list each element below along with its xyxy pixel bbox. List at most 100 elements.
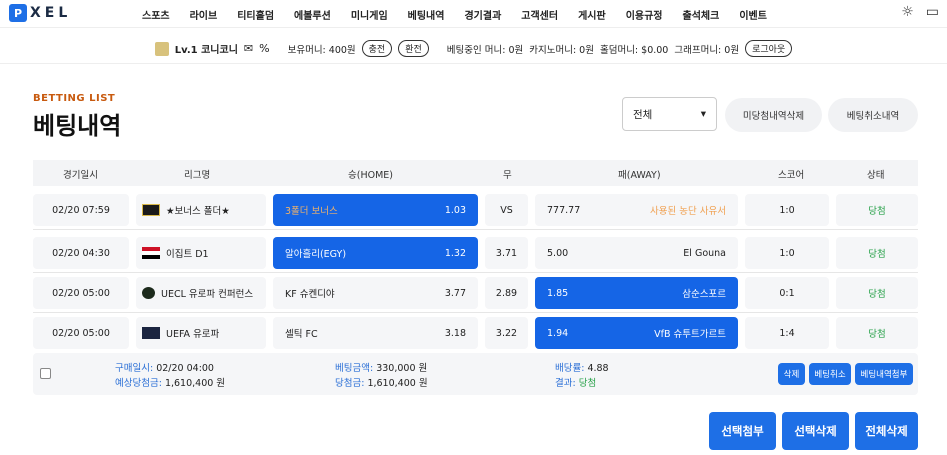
- row-score: 1:4: [745, 317, 829, 349]
- cancel-bet-button[interactable]: 베팅취소: [809, 363, 851, 385]
- col-date: 경기일시: [63, 170, 98, 181]
- away-odds-cell[interactable]: 5.00 El Gouna: [535, 237, 738, 269]
- win-amount-label: 당첨금:: [335, 378, 365, 389]
- user-bar: Lv.1 코니코니 ✉ % 보유머니: 400원 충전 환전 베팅중인 머니: …: [0, 34, 947, 64]
- odds-value: 4.88: [587, 363, 609, 374]
- purchase-label: 구매일시:: [115, 363, 154, 374]
- attach-selected-button[interactable]: 선택첨부: [709, 412, 776, 450]
- row-away-name: 삼순스포르: [682, 289, 726, 300]
- attach-history-button[interactable]: 베팅내역첨부: [855, 363, 913, 385]
- expected-value: 1,610,400 원: [164, 378, 226, 389]
- row-score: 0:1: [745, 277, 829, 309]
- deposit-button[interactable]: 충전: [361, 40, 393, 57]
- row-home: 셀틱 FC: [285, 329, 318, 340]
- row-away-name: 사용된 농단 사유서: [650, 206, 726, 217]
- tv-icon[interactable]: ▭: [926, 4, 939, 20]
- result-label: 결과:: [555, 378, 576, 389]
- nav-item-live[interactable]: 라이브: [190, 7, 218, 22]
- row-draw[interactable]: 2.89: [485, 277, 528, 309]
- row-draw[interactable]: VS: [485, 194, 528, 226]
- row-score: 1:0: [745, 237, 829, 269]
- chevron-down-icon: ▾: [700, 108, 706, 120]
- level-badge-icon: [154, 41, 169, 56]
- user-level: Lv.1 코니코니: [174, 45, 238, 56]
- row-home: 알아흘리(EGY): [285, 249, 347, 260]
- table-row: 02/20 05:00 UEFA 유로파 셀틱 FC 3.18 3.22 1.9…: [33, 313, 918, 353]
- table-row: 02/20 04:30 이집트 D1 알아흘리(EGY) 1.32 3.71 5…: [33, 233, 918, 273]
- theme-sun-icon[interactable]: ☼: [901, 4, 914, 20]
- nav-item-sports[interactable]: 스포츠: [142, 7, 170, 22]
- nav-item-evolution[interactable]: 에볼루션: [294, 7, 331, 22]
- row-league: 이집트 D1: [166, 249, 209, 260]
- logo[interactable]: P XEL: [9, 4, 71, 22]
- row-draw[interactable]: 3.71: [485, 237, 528, 269]
- table-row: 02/20 07:59 ★보너스 폴더★ 3폴더 보너스 1.03 VS 777…: [33, 190, 918, 230]
- graph-money: 그래프머니: 0원: [674, 44, 740, 56]
- col-score: 스코어: [778, 170, 805, 181]
- nav-item-minigame[interactable]: 미니게임: [351, 7, 388, 22]
- cancel-history-button[interactable]: 베팅취소내역: [828, 98, 918, 132]
- egypt-flag-icon: [142, 247, 160, 259]
- home-odds-cell[interactable]: 3폴더 보너스 1.03: [273, 194, 478, 226]
- nav-item-rules[interactable]: 이용규정: [626, 7, 663, 22]
- win-amount-value: 1,610,400 원: [367, 378, 428, 389]
- row-away: 1.94: [547, 327, 569, 339]
- row-date: 02/20 05:00: [33, 317, 129, 349]
- row-home-odds: 1.32: [444, 247, 466, 259]
- expected-label: 예상당첨금:: [115, 378, 162, 389]
- nav-item-board[interactable]: 게시판: [578, 7, 606, 22]
- nav-item-support[interactable]: 고객센터: [521, 7, 558, 22]
- home-odds-cell[interactable]: KF 슈켄디야 3.77: [273, 277, 478, 309]
- row-status: 당첨: [836, 237, 918, 269]
- bonus-flag-icon: [142, 204, 160, 216]
- row-away-name: El Gouna: [683, 247, 726, 259]
- betting-money: 베팅중인 머니: 0원: [446, 44, 524, 56]
- table-header: 경기일시 리그명 승(HOME) 무 패(AWAY) 스코어 상태: [33, 160, 918, 186]
- col-away: 패(AWAY): [618, 170, 661, 181]
- select-checkbox[interactable]: [40, 368, 51, 379]
- nav-item-attendance[interactable]: 출석체크: [683, 7, 720, 22]
- col-draw: 무: [503, 170, 512, 181]
- nav-item-tt-holdem[interactable]: 티티홀덤: [237, 7, 274, 22]
- row-away-name: VfB 슈투트가르트: [654, 329, 726, 340]
- mail-icon[interactable]: ✉: [244, 42, 253, 55]
- logo-mark: P: [9, 4, 27, 22]
- holdem-money: 홀덤머니: $0.00: [599, 44, 669, 56]
- percent-icon[interactable]: %: [259, 42, 269, 55]
- away-odds-cell[interactable]: 777.77 사용된 농단 사유서: [535, 194, 738, 226]
- page-subtitle: BETTING LIST: [33, 93, 116, 104]
- withdraw-button[interactable]: 환전: [398, 40, 429, 57]
- row-draw[interactable]: 3.22: [485, 317, 528, 349]
- row-score: 1:0: [745, 194, 829, 226]
- delete-unsettled-button[interactable]: 미당첨내역삭제: [725, 98, 822, 132]
- logout-button[interactable]: 로그아웃: [745, 40, 793, 57]
- logo-text: XEL: [30, 5, 72, 21]
- table-row: 02/20 05:00 UECL 유로파 컨퍼런스 KF 슈켄디야 3.77 2…: [33, 273, 918, 313]
- purchase-value: 02/20 04:00: [156, 363, 214, 374]
- col-home: 승(HOME): [348, 170, 393, 181]
- row-home-odds: 3.18: [444, 327, 466, 339]
- result-value: 당첨: [578, 378, 597, 389]
- away-odds-cell[interactable]: 1.85 삼순스포르: [535, 277, 738, 309]
- row-date: 02/20 04:30: [33, 237, 129, 269]
- nav-item-event[interactable]: 이벤트: [739, 7, 767, 22]
- row-away: 777.77: [547, 204, 581, 216]
- nav-item-betting-history[interactable]: 베팅내역: [408, 7, 445, 22]
- bet-amount-value: 330,000 원: [376, 363, 428, 374]
- uefa-logo-icon: [142, 327, 160, 339]
- uecl-logo-icon: [142, 287, 155, 299]
- nav-item-results[interactable]: 경기결과: [464, 7, 501, 22]
- filter-select[interactable]: 전체 ▾: [622, 97, 717, 131]
- away-odds-cell[interactable]: 1.94 VfB 슈투트가르트: [535, 317, 738, 349]
- nav-menu: 스포츠 라이브 티티홀덤 에볼루션 미니게임 베팅내역 경기결과 고객센터 게시…: [142, 0, 787, 28]
- delete-all-button[interactable]: 전체삭제: [855, 412, 918, 450]
- col-status: 상태: [867, 170, 885, 181]
- row-league: ★보너스 폴더★: [166, 206, 230, 217]
- delete-button[interactable]: 삭제: [778, 363, 805, 385]
- bet-amount-label: 베팅금액:: [335, 363, 374, 374]
- delete-selected-button[interactable]: 선택삭제: [782, 412, 849, 450]
- col-league: 리그명: [184, 170, 211, 181]
- row-league: UECL 유로파 컨퍼런스: [161, 289, 254, 300]
- home-odds-cell[interactable]: 알아흘리(EGY) 1.32: [273, 237, 478, 269]
- home-odds-cell[interactable]: 셀틱 FC 3.18: [273, 317, 478, 349]
